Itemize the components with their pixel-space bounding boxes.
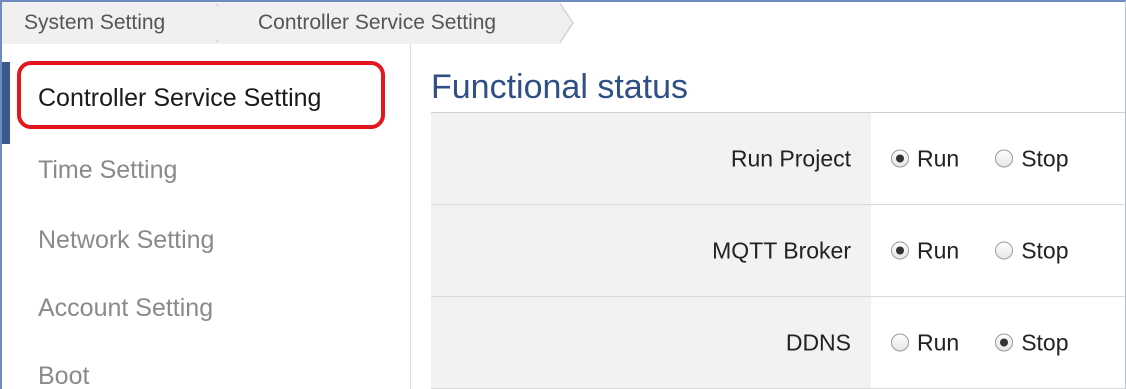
radio-button-run[interactable] — [891, 149, 909, 168]
row-label: Run Project — [730, 145, 851, 171]
radio-option-stop[interactable]: Stop — [995, 145, 1069, 172]
sidebar-item-account-setting[interactable]: Account Setting — [2, 294, 410, 323]
breadcrumb: System Setting Controller Service Settin… — [2, 2, 1125, 44]
radio-label: Stop — [1021, 145, 1069, 171]
row-label-cell: DDNS — [431, 297, 871, 388]
radio-group-run-project: Run Stop — [891, 145, 1105, 172]
radio-label: Run — [917, 145, 960, 171]
radio-option-stop[interactable]: Stop — [995, 329, 1069, 356]
breadcrumb-end-separator-fill — [558, 2, 572, 44]
radio-button-stop[interactable] — [995, 333, 1014, 352]
status-row-ddns: DDNS Run Stop — [431, 297, 1125, 389]
app-frame: System Setting Controller Service Settin… — [0, 0, 1126, 389]
radio-label: Stop — [1021, 329, 1069, 355]
sidebar-item-boot[interactable]: Boot — [2, 362, 410, 389]
radio-label: Stop — [1021, 237, 1069, 263]
radio-option-stop[interactable]: Stop — [995, 237, 1069, 264]
main-panel: Functional status Run Project Run Stop M… — [431, 44, 1125, 389]
radio-button-stop[interactable] — [995, 149, 1014, 168]
sidebar-item-controller-service-setting[interactable]: Controller Service Setting — [2, 84, 410, 113]
row-label: MQTT Broker — [712, 237, 851, 263]
sidebar-item-time-setting[interactable]: Time Setting — [2, 156, 410, 185]
breadcrumb-item-controller-service-setting[interactable]: Controller Service Setting — [218, 2, 560, 44]
radio-button-run[interactable] — [891, 333, 909, 352]
radio-button-stop[interactable] — [995, 241, 1014, 260]
row-label: DDNS — [785, 329, 851, 355]
sidebar: Controller Service Setting Time Setting … — [2, 44, 411, 389]
row-label-cell: MQTT Broker — [431, 205, 871, 296]
sidebar-item-network-setting[interactable]: Network Setting — [2, 226, 410, 255]
status-row-mqtt-broker: MQTT Broker Run Stop — [431, 205, 1125, 297]
radio-option-run[interactable]: Run — [891, 145, 959, 172]
page-title: Functional status — [431, 68, 689, 106]
breadcrumb-item-system-setting[interactable]: System Setting — [2, 2, 216, 44]
radio-group-mqtt-broker: Run Stop — [891, 237, 1105, 264]
row-label-cell: Run Project — [431, 113, 871, 204]
radio-option-run[interactable]: Run — [891, 237, 959, 264]
radio-label: Run — [917, 237, 960, 263]
radio-group-ddns: Run Stop — [891, 329, 1105, 356]
radio-label: Run — [917, 329, 960, 355]
status-row-run-project: Run Project Run Stop — [431, 113, 1125, 205]
radio-option-run[interactable]: Run — [891, 329, 959, 356]
radio-button-run[interactable] — [891, 241, 909, 260]
